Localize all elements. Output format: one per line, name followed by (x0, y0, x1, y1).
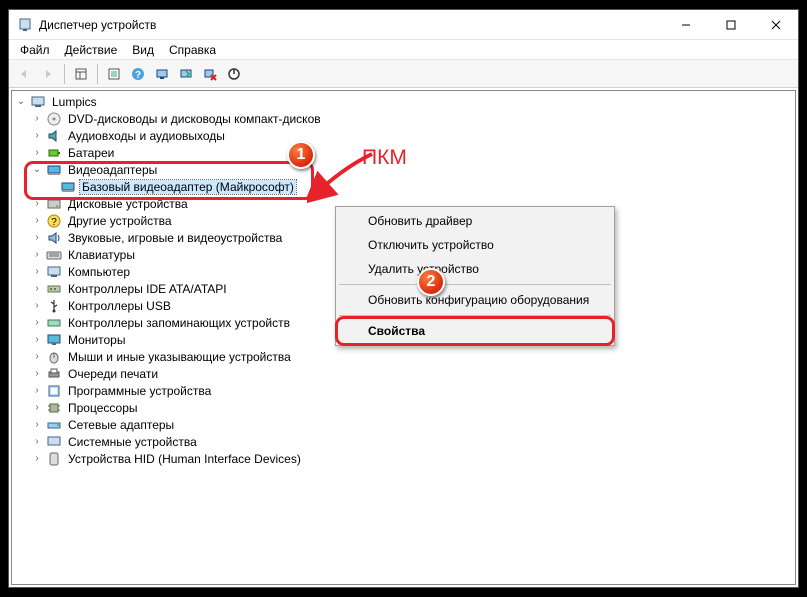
battery-icon (46, 145, 62, 161)
unknown-device-icon: ? (46, 213, 62, 229)
tree-item-audio[interactable]: › Аудиовходы и аудиовыходы (12, 127, 795, 144)
storage-controller-icon (46, 315, 62, 331)
annotation-text-rmb: ПКМ (362, 146, 407, 170)
hid-icon (46, 451, 62, 467)
cm-scan-hardware[interactable]: Обновить конфигурацию оборудования (338, 288, 612, 312)
monitor-icon (46, 332, 62, 348)
cm-separator (339, 284, 611, 285)
show-hide-tree-button[interactable] (70, 63, 92, 85)
cm-remove-device[interactable]: Удалить устройство (338, 257, 612, 281)
close-button[interactable] (753, 10, 798, 39)
cm-properties[interactable]: Свойства (338, 319, 612, 343)
tree-item-video-child[interactable]: Базовый видеоадаптер (Майкрософт) (12, 178, 795, 195)
menu-view[interactable]: Вид (125, 41, 161, 59)
context-menu: Обновить драйвер Отключить устройство Уд… (335, 206, 615, 346)
update-driver-button[interactable] (175, 63, 197, 85)
audio-icon (46, 128, 62, 144)
menu-help[interactable]: Справка (162, 41, 223, 59)
app-icon (17, 17, 33, 33)
device-manager-window: Диспетчер устройств Файл Действие Вид Сп… (8, 9, 799, 588)
tree-item-cpu[interactable]: › Процессоры (12, 399, 795, 416)
collapse-arrow-icon[interactable]: › (30, 112, 44, 126)
expand-arrow-icon[interactable]: ⌄ (30, 163, 44, 177)
mouse-icon (46, 349, 62, 365)
tree-item-software[interactable]: › Программные устройства (12, 382, 795, 399)
keyboard-icon (46, 247, 62, 263)
maximize-button[interactable] (708, 10, 753, 39)
help-button[interactable]: ? (127, 63, 149, 85)
display-adapter-icon (46, 162, 62, 178)
tree-item-dvd[interactable]: › DVD-дисководы и дисководы компакт-диск… (12, 110, 795, 127)
network-icon (46, 417, 62, 433)
disable-button[interactable] (223, 63, 245, 85)
display-adapter-icon (60, 179, 76, 195)
disc-icon (46, 111, 62, 127)
cpu-icon (46, 400, 62, 416)
forward-button (37, 63, 59, 85)
back-button (13, 63, 35, 85)
window-title: Диспетчер устройств (39, 18, 663, 32)
computer-icon (46, 264, 62, 280)
properties-button[interactable] (103, 63, 125, 85)
menubar: Файл Действие Вид Справка (9, 40, 798, 60)
tree-item-network[interactable]: › Сетевые адаптеры (12, 416, 795, 433)
cm-update-driver[interactable]: Обновить драйвер (338, 209, 612, 233)
uninstall-button[interactable] (199, 63, 221, 85)
software-device-icon (46, 383, 62, 399)
tree-root[interactable]: ⌄ Lumpics (12, 93, 795, 110)
minimize-button[interactable] (663, 10, 708, 39)
computer-icon (30, 94, 46, 110)
tree-item-hid[interactable]: › Устройства HID (Human Interface Device… (12, 450, 795, 467)
scan-hardware-button[interactable] (151, 63, 173, 85)
svg-text:?: ? (135, 70, 141, 81)
tree-item-print[interactable]: › Очереди печати (12, 365, 795, 382)
tree-item-mouse[interactable]: › Мыши и иные указывающие устройства (12, 348, 795, 365)
system-device-icon (46, 434, 62, 450)
menu-action[interactable]: Действие (58, 41, 125, 59)
window-controls (663, 10, 798, 39)
sound-icon (46, 230, 62, 246)
printer-icon (46, 366, 62, 382)
device-tree[interactable]: ⌄ Lumpics › DVD-дисководы и дисководы ко… (11, 90, 796, 585)
disk-icon (46, 196, 62, 212)
tree-item-system[interactable]: › Системные устройства (12, 433, 795, 450)
menu-file[interactable]: Файл (13, 41, 57, 59)
titlebar: Диспетчер устройств (9, 10, 798, 40)
annotation-badge-1: 1 (287, 141, 315, 169)
annotation-badge-2: 2 (417, 268, 445, 296)
cm-disable-device[interactable]: Отключить устройство (338, 233, 612, 257)
cm-separator (339, 315, 611, 316)
toolbar: ? (9, 60, 798, 88)
expand-arrow-icon[interactable]: ⌄ (14, 95, 28, 109)
ide-controller-icon (46, 281, 62, 297)
svg-text:?: ? (51, 217, 57, 228)
usb-icon (46, 298, 62, 314)
